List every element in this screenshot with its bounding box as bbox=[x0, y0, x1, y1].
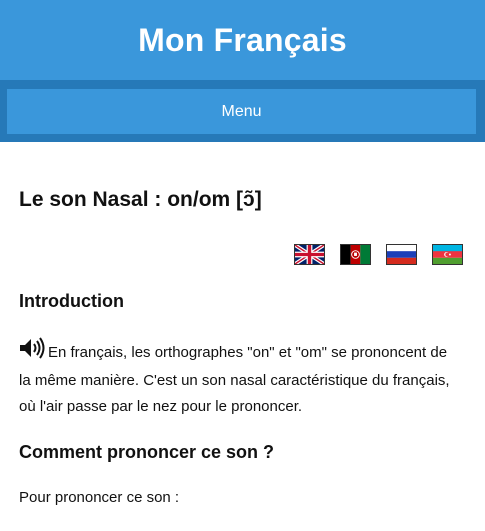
menu-button[interactable]: Menu bbox=[7, 89, 476, 134]
language-flags bbox=[0, 244, 485, 266]
uk-flag-icon[interactable] bbox=[294, 244, 325, 265]
azerbaijan-flag-icon[interactable] bbox=[432, 244, 463, 265]
russia-flag-icon[interactable] bbox=[386, 244, 417, 265]
nav-bar: Menu bbox=[0, 80, 485, 142]
intro-text: En français, les orthographes "on" et "o… bbox=[19, 344, 450, 415]
page-title: Le son Nasal : on/om [ɔ̃] bbox=[19, 188, 262, 211]
site-header: Mon Français bbox=[0, 0, 485, 80]
site-title[interactable]: Mon Français bbox=[138, 22, 347, 59]
speaker-icon[interactable] bbox=[19, 337, 45, 368]
how-to-heading: Comment prononcer ce son ? bbox=[19, 442, 275, 462]
how-to-text: Pour prononcer ce son : bbox=[19, 489, 180, 506]
intro-heading: Introduction bbox=[19, 291, 124, 311]
afghanistan-flag-icon[interactable] bbox=[340, 244, 371, 265]
intro-paragraph: En français, les orthographes "on" et "o… bbox=[19, 337, 459, 420]
